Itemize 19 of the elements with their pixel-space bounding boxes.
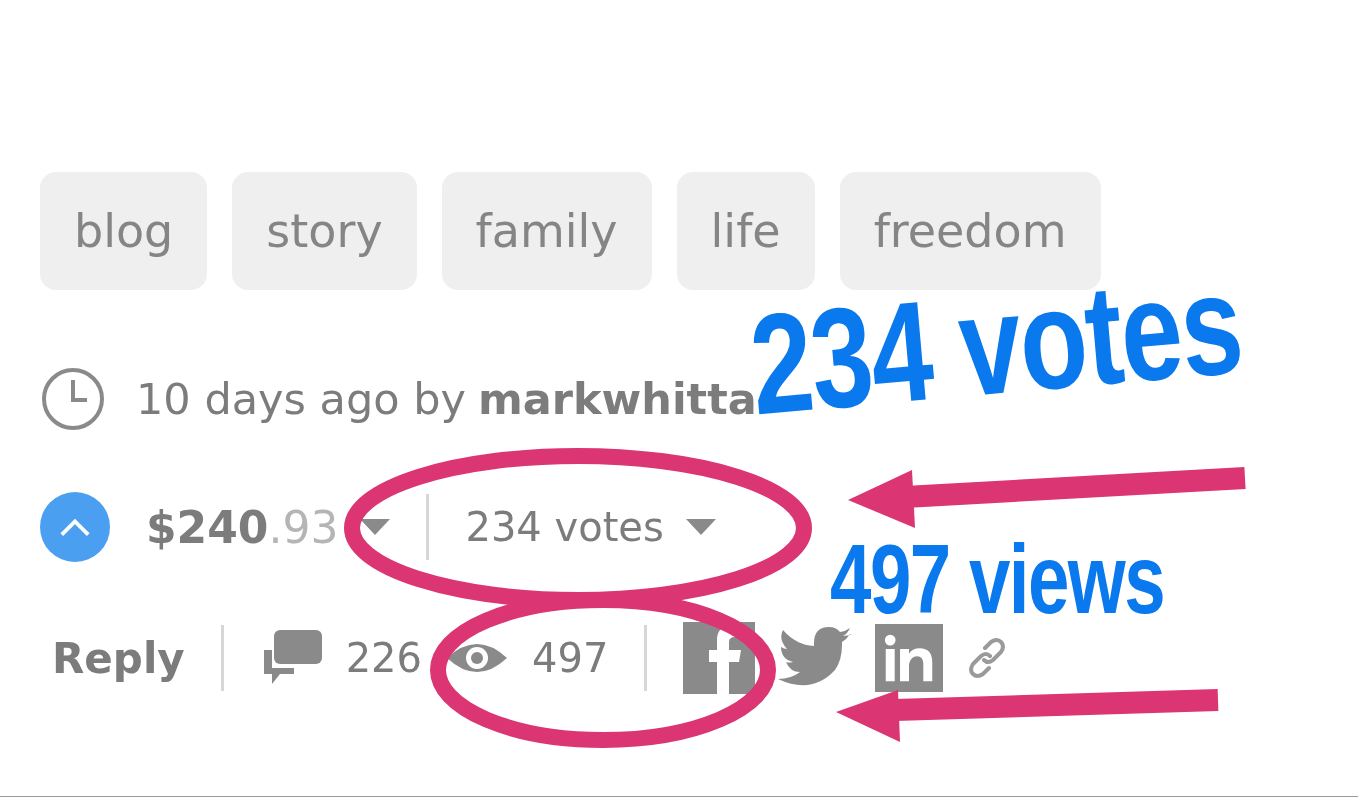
caret-icon[interactable] [360, 519, 391, 535]
chevron-up-icon [58, 516, 92, 538]
tag-chip[interactable]: family [441, 172, 652, 290]
reply-link[interactable]: Reply [52, 633, 185, 683]
votes-count[interactable]: 234 votes [465, 504, 664, 550]
tag-chip[interactable]: life [676, 172, 815, 290]
caret-icon[interactable] [685, 519, 716, 535]
facebook-icon[interactable] [683, 622, 756, 694]
comments-count: 226 [345, 635, 423, 681]
views-count: 497 [532, 635, 609, 681]
clock-icon [40, 366, 106, 432]
tag-chip[interactable]: blog [40, 172, 208, 290]
author-link[interactable]: markwhitta [477, 374, 757, 424]
callout-text: 497 views [830, 530, 1165, 628]
post-time: 10 days ago by [136, 374, 466, 424]
payout-amount[interactable]: $240.93 [146, 501, 339, 553]
tag-chip[interactable]: freedom [839, 172, 1101, 290]
tag-chip[interactable]: story [232, 172, 417, 290]
linkedin-icon[interactable] [875, 624, 944, 692]
